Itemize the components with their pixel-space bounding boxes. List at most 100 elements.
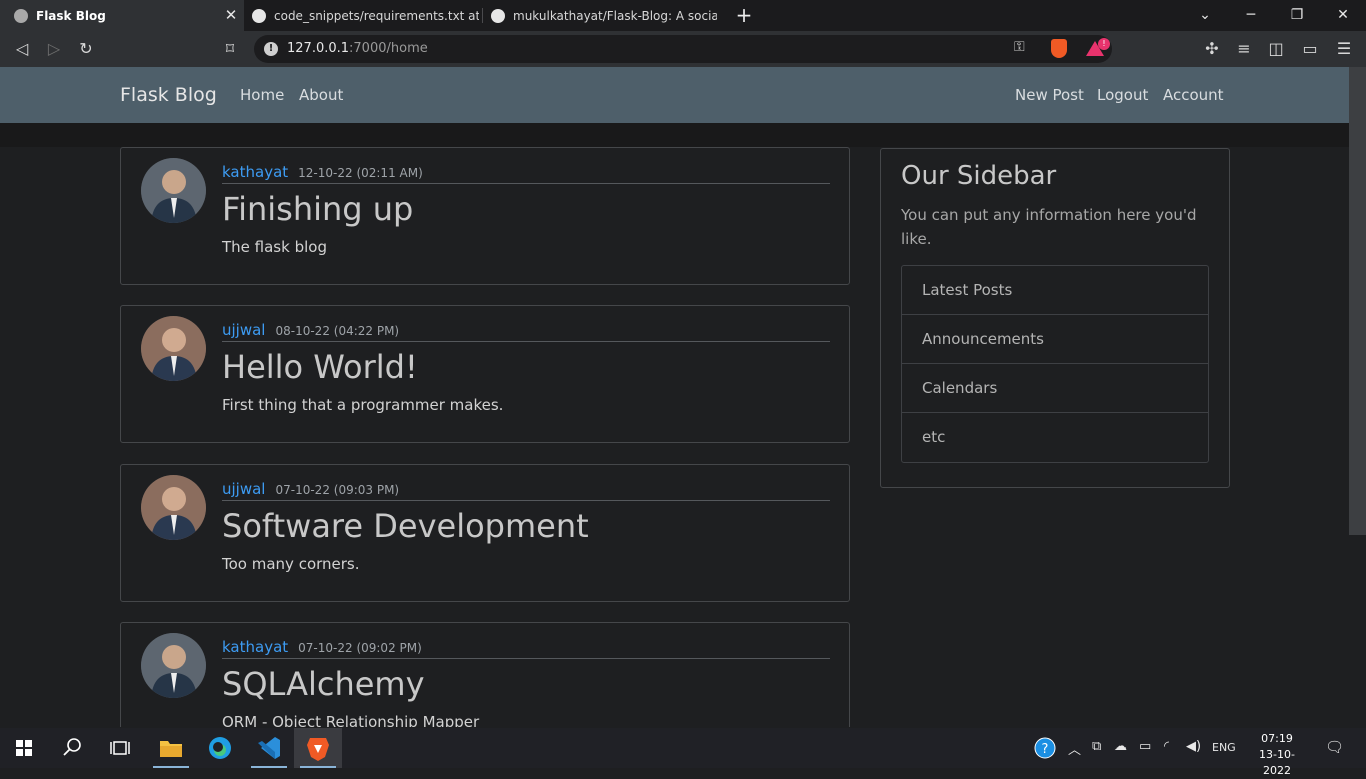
tab-label: Flask Blog: [36, 8, 106, 23]
post-body: ORM - Object Relationship Mapper: [222, 713, 480, 727]
post-meta: kathayat 12-10-22 (02:11 AM): [222, 162, 830, 184]
post-body: Too many corners.: [222, 555, 360, 573]
post-meta: ujjwal 08-10-22 (04:22 PM): [222, 320, 830, 342]
sidebar-item-calendars[interactable]: Calendars: [902, 364, 1208, 413]
post-title[interactable]: Software Development: [222, 507, 589, 545]
restore-button[interactable]: ❐: [1274, 0, 1320, 31]
tab-search-icon[interactable]: ⌄: [1182, 0, 1228, 31]
author-avatar: [141, 475, 206, 540]
nav-new-post[interactable]: New Post: [1015, 86, 1084, 104]
nav-logout[interactable]: Logout: [1097, 86, 1148, 104]
scrollbar-thumb[interactable]: [1349, 67, 1366, 535]
help-icon[interactable]: ?: [1034, 737, 1056, 763]
post-card: ujjwal 08-10-22 (04:22 PM) Hello World! F…: [120, 305, 850, 443]
language-indicator[interactable]: ENG: [1212, 741, 1236, 754]
page-top-band: [0, 123, 1349, 147]
extensions-icon[interactable]: ✣: [1200, 37, 1224, 61]
wallet-icon[interactable]: ▭: [1298, 37, 1322, 61]
nav-account[interactable]: Account: [1163, 86, 1224, 104]
start-button[interactable]: [0, 728, 48, 768]
meet-icon[interactable]: ⧉: [1092, 739, 1101, 754]
sidebar-item-announcements[interactable]: Announcements: [902, 315, 1208, 364]
forward-button[interactable]: ▷: [42, 37, 66, 61]
sidebar-toggle-icon[interactable]: ◫: [1264, 37, 1288, 61]
post-body: First thing that a programmer makes.: [222, 396, 504, 414]
post-date: 07-10-22 (09:02 PM): [298, 641, 422, 655]
github-icon: [491, 8, 505, 23]
playlist-icon[interactable]: ≡: [1232, 37, 1256, 61]
back-button[interactable]: ◁: [10, 37, 34, 61]
post-meta: ujjwal 07-10-22 (09:03 PM): [222, 479, 830, 501]
post-author-link[interactable]: ujjwal: [222, 480, 265, 498]
post-author-link[interactable]: kathayat: [222, 163, 288, 181]
address-bar[interactable]: ! 127.0.0.1:7000/home ⚿ !: [254, 35, 1112, 63]
menu-icon[interactable]: ☰: [1332, 37, 1356, 61]
clock-date: 13-10-2022: [1259, 748, 1295, 777]
onedrive-icon[interactable]: ☁: [1114, 739, 1127, 754]
volume-icon[interactable]: ◀): [1186, 739, 1201, 754]
nav-home[interactable]: Home: [240, 86, 284, 104]
github-icon: [252, 8, 266, 23]
author-avatar: [141, 316, 206, 381]
post-title[interactable]: SQLAlchemy: [222, 665, 425, 703]
post-date: 08-10-22 (04:22 PM): [275, 324, 400, 338]
post-meta: kathayat 07-10-22 (09:02 PM): [222, 637, 830, 659]
url-host: 127.0.0.1: [287, 41, 350, 56]
sidebar-card: Our Sidebar You can put any information …: [880, 148, 1230, 488]
post-card: kathayat 07-10-22 (09:02 PM) SQLAlchemy O…: [120, 622, 850, 727]
tab-github-repo[interactable]: mukulkathayat/Flask-Blog: A social me: [483, 0, 723, 31]
sidebar-item-etc[interactable]: etc: [902, 413, 1208, 462]
page-content: kathayat 12-10-22 (02:11 AM) Finishing up…: [0, 123, 1349, 727]
clock-time: 07:19: [1261, 732, 1293, 745]
tab-requirements[interactable]: code_snippets/requirements.txt at ma: [244, 0, 482, 31]
task-view-icon[interactable]: [96, 728, 144, 768]
post-title[interactable]: Finishing up: [222, 190, 413, 228]
close-tab-icon[interactable]: ✕: [222, 6, 240, 24]
file-explorer-icon[interactable]: [147, 728, 195, 768]
reload-button[interactable]: ↻: [74, 37, 98, 61]
browser-toolbar: ◁ ▷ ↻ ⌑ ! 127.0.0.1:7000/home ⚿ ! ✣ ≡ ◫ …: [0, 31, 1366, 67]
info-icon[interactable]: !: [264, 42, 278, 56]
sidebar-list: Latest Posts Announcements Calendars etc: [901, 265, 1209, 463]
sidebar-description: You can put any information here you'd l…: [901, 206, 1197, 248]
post-card: kathayat 12-10-22 (02:11 AM) Finishing up…: [120, 147, 850, 285]
close-window-button[interactable]: ✕: [1320, 0, 1366, 31]
tab-label: mukulkathayat/Flask-Blog: A social me: [513, 8, 717, 23]
url-text[interactable]: 127.0.0.1:7000/home: [287, 41, 428, 56]
search-icon[interactable]: [48, 728, 96, 768]
sidebar-title: Our Sidebar: [901, 161, 1057, 191]
vscode-icon[interactable]: [245, 728, 293, 768]
edge-icon[interactable]: [196, 728, 244, 768]
brave-browser-icon[interactable]: [294, 728, 342, 768]
site-brand[interactable]: Flask Blog: [120, 84, 217, 106]
nav-about[interactable]: About: [299, 86, 343, 104]
tab-flask-blog[interactable]: Flask Blog ✕: [0, 0, 244, 31]
new-tab-button[interactable]: +: [733, 4, 755, 26]
rewards-badge: !: [1098, 38, 1110, 50]
bookmark-icon[interactable]: ⌑: [218, 37, 242, 61]
site-navbar: Flask Blog Home About New Post Logout Ac…: [0, 67, 1366, 123]
battery-icon[interactable]: ▭: [1139, 739, 1151, 754]
brave-shields-icon[interactable]: [1051, 39, 1067, 58]
post-body: The flask blog: [222, 238, 327, 256]
post-card: ujjwal 07-10-22 (09:03 PM) Software Devel…: [120, 464, 850, 602]
post-author-link[interactable]: ujjwal: [222, 321, 265, 339]
key-icon[interactable]: ⚿: [1014, 39, 1025, 55]
chevron-up-icon[interactable]: ︿: [1068, 739, 1081, 758]
post-author-link[interactable]: kathayat: [222, 638, 288, 656]
author-avatar: [141, 158, 206, 223]
post-title[interactable]: Hello World!: [222, 348, 418, 386]
author-avatar: [141, 633, 206, 698]
post-date: 12-10-22 (02:11 AM): [298, 166, 423, 180]
svg-text:?: ?: [1042, 742, 1049, 757]
post-date: 07-10-22 (09:03 PM): [275, 483, 400, 497]
taskbar-clock[interactable]: 07:19 13-10-2022: [1246, 731, 1308, 779]
minimize-button[interactable]: ─: [1228, 0, 1274, 31]
tab-label: code_snippets/requirements.txt at ma: [274, 8, 479, 23]
sidebar-item-latest-posts[interactable]: Latest Posts: [902, 266, 1208, 315]
wifi-icon[interactable]: ◜: [1164, 739, 1169, 754]
browser-tab-strip: Flask Blog ✕ code_snippets/requirements.…: [0, 0, 1366, 31]
globe-icon: [14, 8, 28, 23]
windows-taskbar: ? ︿ ⧉ ☁ ▭ ◜ ◀) ENG 07:19 13-10-2022 🗨: [0, 728, 1366, 777]
notification-icon[interactable]: 🗨: [1325, 738, 1344, 756]
